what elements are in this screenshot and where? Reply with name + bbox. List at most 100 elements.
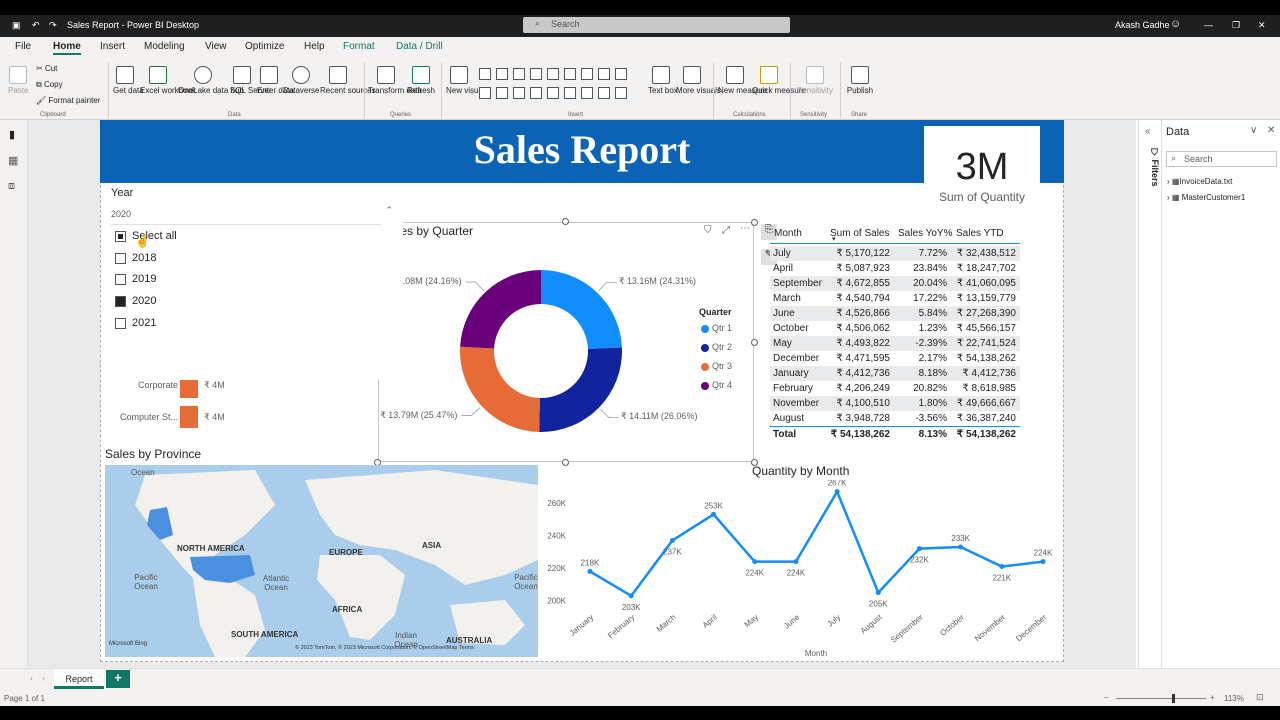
close-icon[interactable]: ✕ [1258,20,1266,31]
enter-data-button[interactable]: Enter data [257,66,294,95]
table-row[interactable]: March ₹ 4,540,794 17.22% ₹ 13,159,779 [770,291,1020,306]
table-row[interactable]: May ₹ 4,493,822 -2.39% ₹ 22,741,524 [770,336,1020,351]
data-point[interactable] [669,537,675,543]
onelake-button[interactable]: OneLake data hub [178,66,244,95]
zoom-slider-track[interactable] [1116,698,1206,699]
redo-icon[interactable]: ↷ [49,20,57,31]
sql-server-button[interactable]: SQL Server [230,66,272,95]
visual-type-icon[interactable] [496,87,508,99]
visual-type-icon[interactable] [547,87,559,99]
menu-file[interactable]: File [15,41,31,52]
table-row[interactable]: July ₹ 5,170,122 7.72% ₹ 32,438,512 [770,246,1020,261]
copy-button[interactable]: ⧉ Copy [36,80,63,90]
refresh-button[interactable]: Refresh [406,66,436,95]
data-search-input[interactable]: ⌕ Search [1166,151,1277,167]
data-point[interactable] [793,559,799,565]
paste-button[interactable]: Paste [8,66,28,95]
province-map[interactable]: Ocean NORTH AMERICA EUROPE ASIA AFRICA S… [105,465,538,657]
menu-optimize[interactable]: Optimize [245,41,284,52]
table-view-icon[interactable]: ▦ [8,154,18,167]
get-data-button[interactable]: Get data [113,66,144,95]
visual-type-icon[interactable] [564,87,576,99]
visual-type-icon[interactable] [530,87,542,99]
menu-view[interactable]: View [205,41,227,52]
transform-data-button[interactable]: Transform data [368,66,422,95]
slicer-option-label[interactable]: 2020 [132,295,156,307]
new-measure-button[interactable]: New measure [718,66,767,95]
next-page-icon[interactable]: › [42,673,45,683]
visual-type-icon[interactable] [513,87,525,99]
checkbox-2018[interactable] [115,253,126,264]
slicer-option-label[interactable]: 2021 [132,317,156,329]
resize-handle[interactable] [751,219,758,226]
save-icon[interactable]: ▣ [12,20,21,31]
data-point[interactable] [752,559,758,565]
menu-insert[interactable]: Insert [100,41,125,52]
cut-button[interactable]: ✂ Cut [36,64,57,73]
table-row[interactable]: June ₹ 4,526,866 5.84% ₹ 27,268,390 [770,306,1020,321]
excel-workbook-button[interactable]: Excel workbook [140,66,196,95]
segment-bar[interactable] [180,406,198,428]
user-avatar-icon[interactable]: ☺ [1170,18,1181,30]
table-row[interactable]: September ₹ 4,672,855 20.04% ₹ 41,060,095 [770,276,1020,291]
report-view-icon[interactable]: ▮ [9,128,15,141]
model-view-icon[interactable]: ⧈ [8,180,15,193]
menu-format[interactable]: Format [343,41,375,52]
donut-slice[interactable] [460,346,540,432]
recent-sources-button[interactable]: Recent sources [320,66,376,95]
year-slicer[interactable]: Year 2020 ⌃ Select all 2018 2019 2020 20… [103,186,403,380]
zoom-out-icon[interactable]: − [1104,693,1109,702]
table-item-mastercustomer[interactable]: › ▦ MasterCustomer1 [1167,193,1245,202]
new-visual-button[interactable]: New visual [446,66,485,95]
quick-measure-button[interactable]: Quick measure [752,66,806,95]
add-page-button[interactable]: + [106,670,130,688]
title-search-input[interactable]: ⌕ Search [523,17,790,33]
data-point[interactable] [958,544,964,550]
minimize-icon[interactable]: — [1204,20,1213,30]
sensitivity-button[interactable]: Sensitivity [796,66,834,95]
close-pane-icon[interactable]: ✕ [1267,125,1275,136]
page-tab-report[interactable]: Report [54,669,104,689]
collapse-filters-icon[interactable]: « [1145,126,1151,137]
table-row[interactable]: December ₹ 4,471,595 2.17% ₹ 54,138,262 [770,351,1020,366]
table-row[interactable]: November ₹ 4,100,510 1.80% ₹ 49,666,667 [770,396,1020,411]
legend-item[interactable]: Qtr 4 [712,380,732,390]
zoom-in-icon[interactable]: + [1210,693,1215,702]
table-row[interactable]: October ₹ 4,506,062 1.23% ₹ 45,566,157 [770,321,1020,336]
visual-type-icon[interactable] [513,68,525,80]
publish-button[interactable]: Publish [845,66,875,95]
resize-handle[interactable] [562,459,569,466]
visual-type-icon[interactable] [615,87,627,99]
visual-type-icon[interactable] [496,68,508,80]
col-header-yoy[interactable]: Sales YoY% [898,228,953,239]
table-row[interactable]: April ₹ 5,087,923 23.84% ₹ 18,247,702 [770,261,1020,276]
checkbox-2020[interactable] [115,296,126,307]
data-point[interactable] [628,593,634,599]
visual-type-icon[interactable] [479,68,491,80]
checkbox-2019[interactable] [115,274,126,285]
format-painter-button[interactable]: 🖌 Format painter [36,96,100,105]
series-line[interactable] [589,488,1044,598]
restore-icon[interactable]: ❐ [1232,20,1240,31]
menu-data-drill[interactable]: Data / Drill [396,41,443,52]
visual-type-icon[interactable] [581,87,593,99]
checkbox-select-all[interactable] [115,231,126,242]
resize-handle[interactable] [751,339,758,346]
table-row[interactable]: February ₹ 4,206,249 20.82% ₹ 8,618,985 [770,381,1020,396]
visual-type-icon[interactable] [564,68,576,80]
menu-home[interactable]: Home [53,41,81,55]
col-header-sales[interactable]: Sum of Sales [830,228,889,239]
data-point[interactable] [916,546,922,552]
table-item-invoicedata[interactable]: › ▦InvoiceData.txt [1167,177,1232,186]
more-visuals-button[interactable]: More visuals [676,66,721,95]
visual-type-icon[interactable] [530,68,542,80]
data-point[interactable] [587,568,593,574]
col-header-ytd[interactable]: Sales YTD [956,228,1004,239]
undo-icon[interactable]: ↶ [32,20,40,31]
data-point[interactable] [711,511,717,517]
zoom-slider-thumb[interactable] [1172,694,1175,703]
table-row[interactable]: January ₹ 4,412,736 8.18% ₹ 4,412,736 [770,366,1020,381]
checkbox-2021[interactable] [115,318,126,329]
donut-visual[interactable]: Sales by Quarter ⛉ ⤢ ⋯ Quarter Qtr 1 Qtr … [378,222,754,462]
donut-slice[interactable] [539,347,622,432]
